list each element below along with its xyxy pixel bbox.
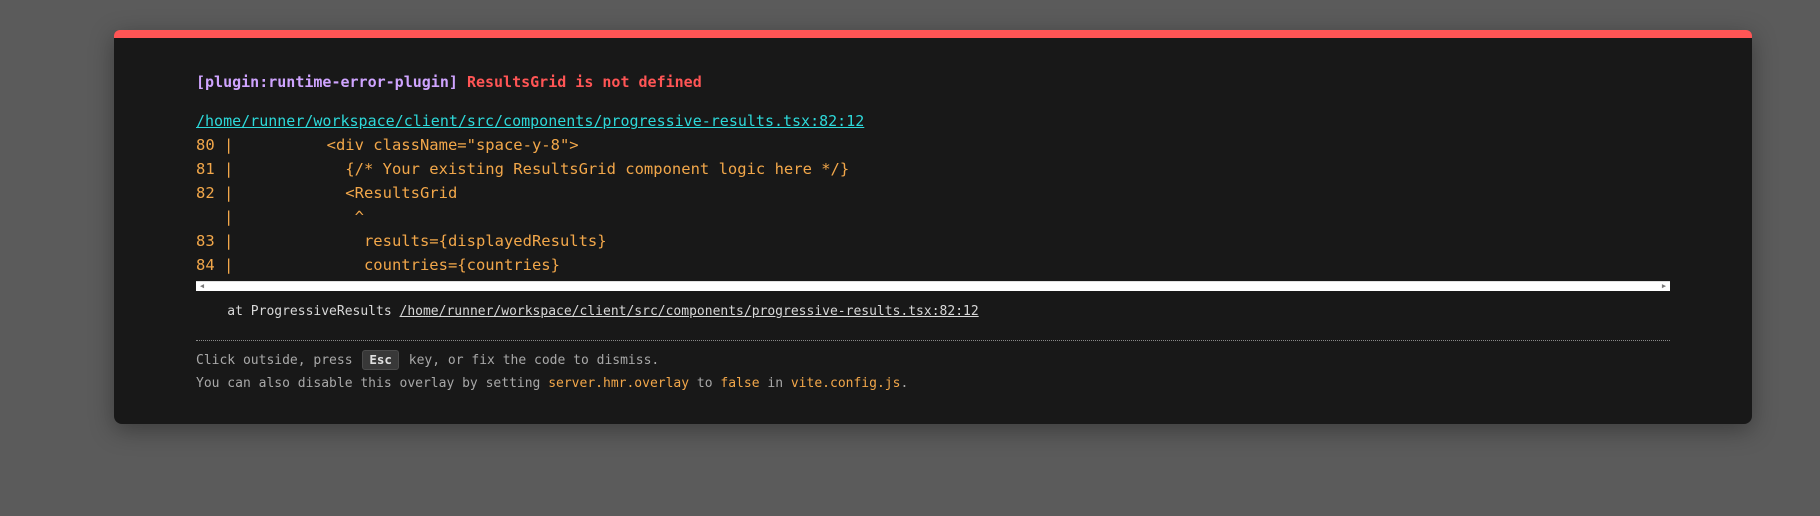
error-overlay-window: [plugin:runtime-error-plugin] ResultsGri… <box>114 30 1752 424</box>
disable-overlay-tip: You can also disable this overlay by set… <box>196 374 908 394</box>
code-frame: 80 | <div className="space-y-8"> 81 | {/… <box>196 133 1670 283</box>
tip-text: key, or fix the code to dismiss. <box>400 353 660 368</box>
stack-file-link[interactable]: /home/runner/workspace/client/src/compon… <box>400 304 979 319</box>
code-line: 82 | <ResultsGrid <box>196 184 458 202</box>
config-key: server.hmr.overlay <box>548 376 690 391</box>
tip-text: in <box>759 376 791 391</box>
code-line-caret: | ^ <box>196 208 364 226</box>
error-message: [plugin:runtime-error-plugin] ResultsGri… <box>196 72 702 92</box>
tip-text: . <box>900 376 909 391</box>
code-frame-horizontal-scrollbar[interactable]: ◀ ▶ <box>196 281 1670 291</box>
code-line: 80 | <div className="space-y-8"> <box>196 136 579 154</box>
tip-text: Click outside, press <box>196 353 361 368</box>
code-line: 83 | results={displayedResults} <box>196 232 607 250</box>
stack-trace: at ProgressiveResults /home/runner/works… <box>196 303 979 321</box>
tip-text: You can also disable this overlay by set… <box>196 376 549 391</box>
stack-prefix: at ProgressiveResults <box>196 304 400 319</box>
code-line: 84 | countries={countries} <box>196 256 560 274</box>
divider <box>196 340 1670 341</box>
tip-text: to <box>689 376 721 391</box>
error-file-link[interactable]: /home/runner/workspace/client/src/compon… <box>196 111 864 131</box>
arrow-left-icon[interactable]: ◀ <box>197 282 207 291</box>
code-line: 81 | {/* Your existing ResultsGrid compo… <box>196 160 850 178</box>
error-text: ResultsGrid is not defined <box>466 73 702 91</box>
arrow-right-icon[interactable]: ▶ <box>1659 282 1669 291</box>
config-file: vite.config.js <box>790 376 901 391</box>
dismiss-tip: Click outside, press Esc key, or fix the… <box>196 350 659 371</box>
config-value: false <box>720 376 760 391</box>
plugin-tag: [plugin:runtime-error-plugin] <box>196 73 458 91</box>
esc-key-badge: Esc <box>362 350 399 370</box>
